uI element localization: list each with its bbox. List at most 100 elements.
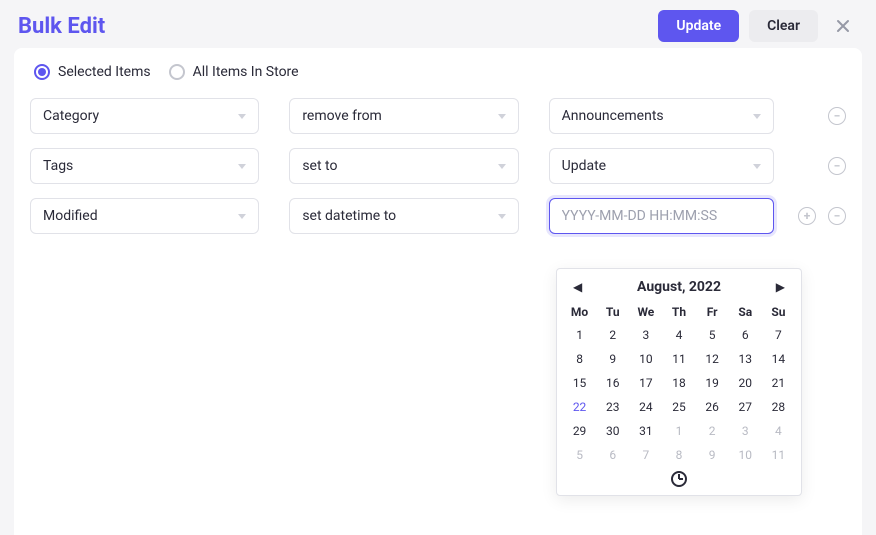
datepicker-day[interactable]: 22 — [563, 395, 596, 419]
datepicker-day[interactable]: 9 — [596, 347, 629, 371]
datepicker-dow: Fr — [696, 301, 729, 323]
datepicker-day[interactable]: 1 — [662, 419, 695, 443]
scope-all-items[interactable]: All Items In Store — [169, 64, 299, 80]
datepicker-day[interactable]: 8 — [563, 347, 596, 371]
clear-button[interactable]: Clear — [749, 10, 818, 42]
datepicker-day[interactable]: 5 — [563, 443, 596, 467]
datepicker-day[interactable]: 27 — [729, 395, 762, 419]
datepicker-day[interactable]: 14 — [762, 347, 795, 371]
datepicker-day[interactable]: 5 — [696, 323, 729, 347]
datepicker-day[interactable]: 6 — [596, 443, 629, 467]
datepicker-day[interactable]: 11 — [762, 443, 795, 467]
radio-unchecked-icon — [169, 64, 185, 80]
rule-row-actions: + − — [798, 107, 846, 125]
datepicker-day[interactable]: 3 — [729, 419, 762, 443]
datepicker-day[interactable]: 29 — [563, 419, 596, 443]
datepicker-dow: Mo — [563, 301, 596, 323]
radio-checked-icon — [34, 64, 50, 80]
datepicker-day[interactable]: 31 — [629, 419, 662, 443]
add-rule-button[interactable]: + — [798, 207, 816, 225]
chevron-down-icon — [498, 114, 506, 119]
datepicker-day[interactable]: 1 — [563, 323, 596, 347]
rule-row-actions: + − — [798, 157, 846, 175]
chevron-down-icon — [498, 164, 506, 169]
chevron-down-icon — [498, 214, 506, 219]
clock-icon[interactable] — [671, 471, 687, 487]
update-button[interactable]: Update — [658, 10, 739, 42]
rules-list: Category remove from Announcements + − T… — [30, 98, 846, 234]
rule-value-text: Update — [562, 158, 606, 174]
datepicker-day[interactable]: 8 — [662, 443, 695, 467]
datepicker-dow: Sa — [729, 301, 762, 323]
rule-row-actions: + − — [798, 207, 846, 225]
datepicker-day[interactable]: 10 — [629, 347, 662, 371]
chevron-down-icon — [238, 214, 246, 219]
datepicker-day[interactable]: 17 — [629, 371, 662, 395]
datepicker-dow: Tu — [596, 301, 629, 323]
scope-all-label: All Items In Store — [193, 64, 299, 80]
chevron-down-icon — [238, 114, 246, 119]
page-title: Bulk Edit — [18, 14, 105, 39]
datepicker-day[interactable]: 19 — [696, 371, 729, 395]
datepicker-footer — [563, 467, 795, 487]
scope-selected-label: Selected Items — [58, 64, 151, 80]
datepicker-day[interactable]: 15 — [563, 371, 596, 395]
datepicker-day[interactable]: 16 — [596, 371, 629, 395]
rule-op-select[interactable]: set to — [289, 148, 518, 184]
datepicker-day[interactable]: 2 — [596, 323, 629, 347]
rule-field-value: Modified — [43, 208, 98, 224]
datepicker-day[interactable]: 12 — [696, 347, 729, 371]
chevron-down-icon — [238, 164, 246, 169]
rule-field-select[interactable]: Category — [30, 98, 259, 134]
datepicker-title[interactable]: August, 2022 — [637, 279, 721, 295]
datepicker-day[interactable]: 21 — [762, 371, 795, 395]
scope-selected-items[interactable]: Selected Items — [34, 64, 151, 80]
rule-value-text: Announcements — [562, 108, 664, 124]
datepicker-day[interactable]: 4 — [662, 323, 695, 347]
datepicker-day[interactable]: 23 — [596, 395, 629, 419]
datepicker-day[interactable]: 18 — [662, 371, 695, 395]
datepicker-dow: Su — [762, 301, 795, 323]
datepicker-dow: Th — [662, 301, 695, 323]
rule-op-value: remove from — [302, 108, 382, 124]
datepicker-day[interactable]: 6 — [729, 323, 762, 347]
rule-value-select[interactable]: Announcements — [549, 98, 774, 134]
rule-row: Category remove from Announcements + − — [30, 98, 846, 134]
rule-op-value: set to — [302, 158, 337, 174]
remove-rule-button[interactable]: − — [828, 157, 846, 175]
datepicker-header: ◀ August, 2022 ▶ — [563, 279, 795, 301]
datepicker-prev-month[interactable]: ◀ — [573, 280, 582, 294]
datepicker-day[interactable]: 20 — [729, 371, 762, 395]
datepicker-dow: We — [629, 301, 662, 323]
rule-field-select[interactable]: Modified — [30, 198, 259, 234]
datepicker-day[interactable]: 4 — [762, 419, 795, 443]
datepicker-day[interactable]: 24 — [629, 395, 662, 419]
remove-rule-button[interactable]: − — [828, 207, 846, 225]
rule-value-select[interactable]: Update — [549, 148, 774, 184]
datepicker-day[interactable]: 10 — [729, 443, 762, 467]
datepicker-day[interactable]: 25 — [662, 395, 695, 419]
datepicker-day[interactable]: 7 — [629, 443, 662, 467]
datepicker-day[interactable]: 30 — [596, 419, 629, 443]
datepicker-day[interactable]: 7 — [762, 323, 795, 347]
rule-row: Tags set to Update + − — [30, 148, 846, 184]
rule-row: Modified set datetime to + − — [30, 198, 846, 234]
datepicker-next-month[interactable]: ▶ — [776, 280, 785, 294]
rule-datetime-input[interactable] — [549, 198, 774, 234]
datepicker-popup: ◀ August, 2022 ▶ MoTuWeThFrSaSu123456789… — [556, 268, 802, 496]
rule-op-select[interactable]: set datetime to — [289, 198, 518, 234]
header-actions: Update Clear — [658, 10, 858, 42]
datepicker-day[interactable]: 11 — [662, 347, 695, 371]
datepicker-day[interactable]: 2 — [696, 419, 729, 443]
datepicker-day[interactable]: 28 — [762, 395, 795, 419]
datepicker-day[interactable]: 9 — [696, 443, 729, 467]
datepicker-day[interactable]: 3 — [629, 323, 662, 347]
rule-field-select[interactable]: Tags — [30, 148, 259, 184]
scope-radio-group: Selected Items All Items In Store — [30, 64, 846, 98]
remove-rule-button[interactable]: − — [828, 107, 846, 125]
datepicker-grid: MoTuWeThFrSaSu12345678910111213141516171… — [563, 301, 795, 467]
datepicker-day[interactable]: 13 — [729, 347, 762, 371]
datepicker-day[interactable]: 26 — [696, 395, 729, 419]
close-icon[interactable] — [828, 11, 858, 41]
rule-op-select[interactable]: remove from — [289, 98, 518, 134]
